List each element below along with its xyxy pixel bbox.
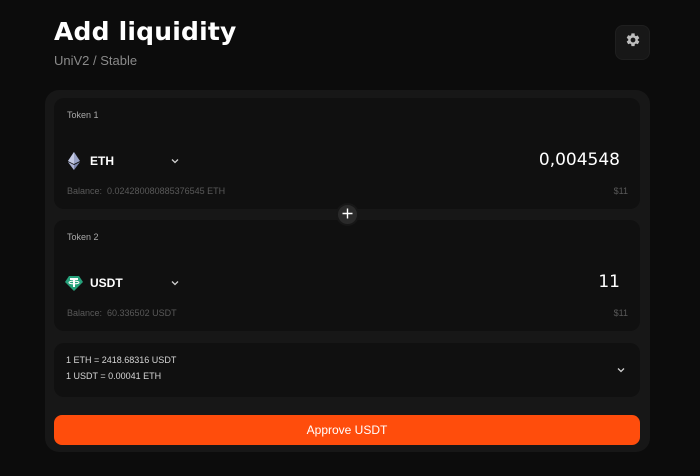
gear-icon: [625, 32, 641, 53]
plus-icon: [342, 206, 353, 224]
token1-label: Token 1: [67, 110, 99, 120]
token2-amount-input[interactable]: [360, 267, 620, 297]
chevron-down-icon: [617, 360, 625, 378]
token1-amount-input[interactable]: [360, 145, 620, 175]
rates-expand-toggle[interactable]: [614, 362, 628, 376]
chevron-down-icon: [171, 280, 179, 286]
token1-symbol: ETH: [90, 154, 114, 168]
token2-symbol: USDT: [90, 276, 123, 290]
pool-subtitle: UniV2 / Stable: [54, 53, 138, 68]
price-rates-card[interactable]: 1 ETH = 2418.68316 USDT 1 USDT = 0.00041…: [54, 343, 640, 397]
token1-balance-label: Balance:: [67, 186, 103, 196]
page-title: Add liquidity: [54, 17, 237, 46]
settings-button[interactable]: [615, 25, 650, 60]
token1-usd-value: $11: [613, 186, 628, 196]
token2-card: Token 2 USDT Balance: 60.336502 USDT: [54, 220, 640, 331]
token2-balance: Balance: 60.336502 USDT: [67, 308, 177, 318]
rate-eth-usdt: 1 ETH = 2418.68316 USDT: [66, 355, 177, 365]
token1-card: Token 1 ETH Balance:0.0242800808853: [54, 98, 640, 209]
token2-balance-label: Balance:: [67, 308, 103, 318]
ethereum-icon: [65, 152, 83, 170]
chevron-down-icon: [171, 158, 179, 164]
token2-balance-value: 60.336502 USDT: [107, 308, 177, 318]
token1-balance-value: 0.024280080885376545 ETH: [107, 186, 226, 196]
tether-icon: [65, 274, 83, 292]
token1-selector[interactable]: ETH: [65, 148, 185, 174]
token2-label: Token 2: [67, 232, 99, 242]
approve-usdt-button[interactable]: Approve USDT: [54, 415, 640, 445]
token1-balance: Balance: 0.024280080885376545 ETH: [67, 186, 225, 196]
plus-button[interactable]: [336, 203, 359, 226]
liquidity-panel: Token 1 ETH Balance:0.0242800808853: [45, 90, 650, 452]
add-liquidity-page: Add liquidity UniV2 / Stable Token 1 ETH…: [0, 0, 700, 476]
rate-usdt-eth: 1 USDT = 0.00041 ETH: [66, 371, 162, 381]
token2-selector[interactable]: USDT: [65, 270, 185, 296]
token2-usd-value: $11: [613, 308, 628, 318]
